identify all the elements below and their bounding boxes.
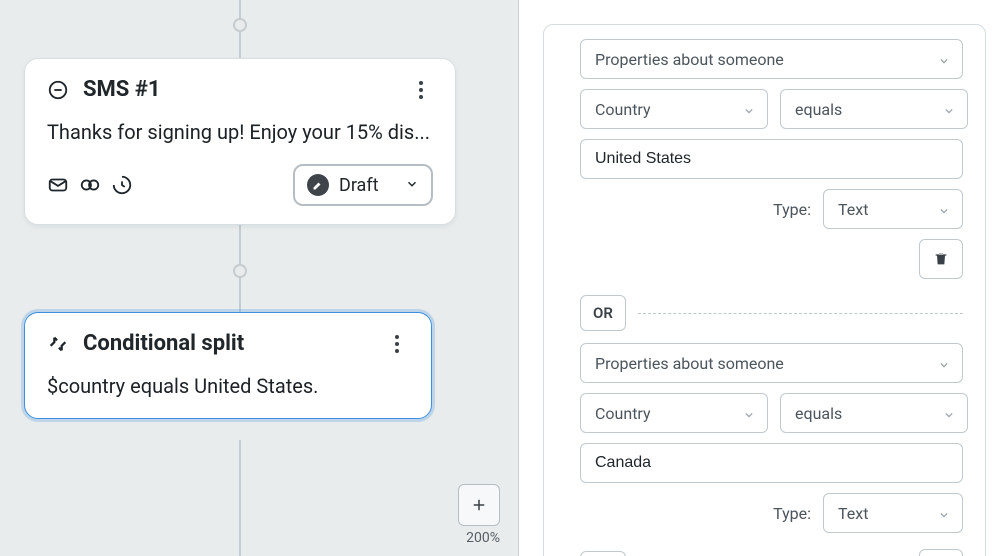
- or-action-row: OR: [580, 549, 963, 556]
- node-more-menu[interactable]: [409, 78, 433, 102]
- caret-down-icon: [945, 100, 953, 119]
- clock-icon[interactable]: [111, 174, 133, 196]
- split-icon: [47, 333, 69, 355]
- select-value: equals: [795, 404, 842, 423]
- chevron-down-icon: [405, 175, 419, 196]
- caret-down-icon: [940, 200, 948, 219]
- select-value: Text: [838, 200, 868, 219]
- caret-down-icon: [945, 404, 953, 423]
- status-label: Draft: [339, 175, 379, 196]
- caret-down-icon: [745, 404, 753, 423]
- caret-down-icon: [745, 100, 753, 119]
- sms-node-preview: Thanks for signing up! Enjoy your 15% di…: [47, 118, 433, 146]
- or-divider: OR: [580, 295, 963, 331]
- object-select[interactable]: Properties about someone: [580, 343, 963, 383]
- operator-select[interactable]: equals: [780, 89, 968, 129]
- select-value: Text: [838, 504, 868, 523]
- or-chip: OR: [580, 295, 626, 331]
- attachment-icon[interactable]: [79, 174, 101, 196]
- cond-node-summary: $country equals United States.: [47, 372, 409, 400]
- type-select[interactable]: Text: [823, 189, 963, 229]
- connector-line: [239, 440, 241, 556]
- cond-node-title: Conditional split: [83, 331, 244, 356]
- envelope-icon[interactable]: [47, 174, 69, 196]
- zoom-control: 200%: [458, 484, 500, 546]
- select-value: Country: [595, 404, 651, 423]
- operator-select[interactable]: equals: [780, 393, 968, 433]
- caret-down-icon: [940, 50, 948, 69]
- caret-down-icon: [940, 504, 948, 523]
- field-select[interactable]: Country: [580, 393, 768, 433]
- select-value: Country: [595, 100, 651, 119]
- zoom-in-button[interactable]: [458, 484, 500, 526]
- condition-block: Properties about someone Country equals …: [580, 39, 963, 279]
- flow-canvas[interactable]: SMS #1 Thanks for signing up! Enjoy your…: [0, 0, 518, 556]
- dash-line: [638, 313, 963, 314]
- select-value: equals: [795, 100, 842, 119]
- object-select[interactable]: Properties about someone: [580, 39, 963, 79]
- sms-icon: [47, 79, 69, 101]
- connector-dot: [233, 264, 247, 278]
- field-select[interactable]: Country: [580, 89, 768, 129]
- node-more-menu[interactable]: [385, 332, 409, 356]
- zoom-level: 200%: [466, 530, 500, 546]
- pencil-icon: [307, 174, 329, 196]
- condition-editor-panel: Properties about someone Country equals …: [518, 0, 1000, 556]
- value-input[interactable]: [580, 443, 963, 483]
- add-or-button[interactable]: OR: [580, 551, 626, 556]
- sms-node-title: SMS #1: [83, 77, 160, 102]
- sms-node[interactable]: SMS #1 Thanks for signing up! Enjoy your…: [24, 58, 456, 225]
- select-value: Properties about someone: [595, 50, 784, 69]
- delete-condition-button[interactable]: [919, 239, 963, 279]
- connector-dot: [233, 18, 247, 32]
- condition-block: Properties about someone Country equals …: [580, 343, 963, 533]
- conditional-split-node[interactable]: Conditional split $country equals United…: [24, 312, 432, 419]
- type-select[interactable]: Text: [823, 493, 963, 533]
- type-label: Type:: [773, 504, 811, 523]
- caret-down-icon: [940, 354, 948, 373]
- status-dropdown[interactable]: Draft: [293, 164, 433, 206]
- type-label: Type:: [773, 200, 811, 219]
- select-value: Properties about someone: [595, 354, 784, 373]
- condition-group: Properties about someone Country equals …: [543, 24, 986, 556]
- delete-condition-button[interactable]: [919, 549, 963, 556]
- value-input[interactable]: [580, 139, 963, 179]
